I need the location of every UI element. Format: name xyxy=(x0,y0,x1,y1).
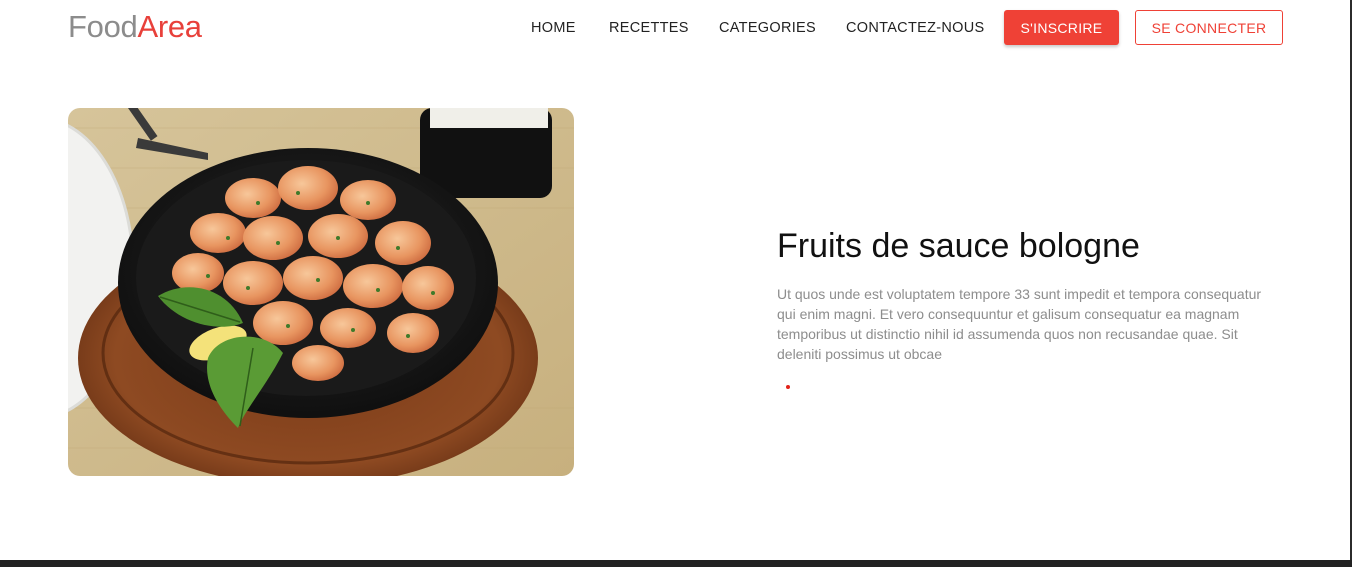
nav-link-contact[interactable]: CONTACTEZ-NOUS xyxy=(846,19,984,37)
hero-food-image xyxy=(68,108,574,476)
nav-link-recettes[interactable]: RECETTES xyxy=(609,19,689,37)
brand-logo[interactable]: FoodArea xyxy=(68,9,202,45)
carousel-dot-indicator[interactable] xyxy=(786,385,790,389)
signup-button[interactable]: S'INSCRIRE xyxy=(1004,10,1119,45)
brand-logo-food: Food xyxy=(68,9,138,44)
brand-logo-area: Area xyxy=(137,9,202,44)
nav-link-home[interactable]: HOME xyxy=(531,19,576,37)
nav-link-categories[interactable]: CATEGORIES xyxy=(719,19,816,37)
slide-title: Fruits de sauce bologne xyxy=(777,227,1140,265)
login-button[interactable]: SE CONNECTER xyxy=(1135,10,1283,45)
slide-description: Ut quos unde est voluptatem tempore 33 s… xyxy=(777,286,1262,362)
footer-bar xyxy=(0,560,1352,567)
navbar: FoodArea HOME RECETTES CATEGORIES CONTAC… xyxy=(0,0,1352,56)
